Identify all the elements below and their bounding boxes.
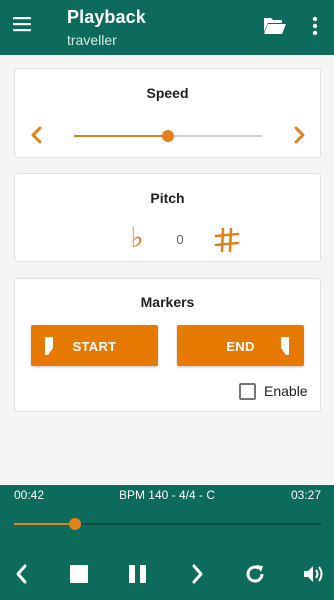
- markers-card: Markers START END Enable: [14, 278, 321, 412]
- sharp-icon[interactable]: [214, 227, 240, 253]
- end-marker-button[interactable]: END: [177, 325, 304, 366]
- start-marker-button[interactable]: START: [31, 325, 158, 366]
- volume-icon[interactable]: [302, 563, 326, 585]
- app-bar: Playback traveller: [0, 0, 334, 55]
- player-bar: 00:42 BPM 140 - 4/4 - C 03:27: [0, 485, 334, 600]
- track-info: BPM 140 - 4/4 - C: [118, 488, 216, 502]
- repeat-icon[interactable]: [244, 563, 266, 585]
- folder-open-icon[interactable]: [263, 16, 287, 36]
- speed-card: Speed: [14, 68, 321, 158]
- next-icon[interactable]: [186, 563, 208, 585]
- stop-icon[interactable]: [68, 563, 90, 585]
- page-subtitle: traveller: [67, 32, 117, 48]
- pitch-card: Pitch ♭ 0: [14, 173, 321, 262]
- seek-bar[interactable]: [14, 518, 321, 530]
- more-vert-icon[interactable]: [309, 14, 321, 38]
- total-time: 03:27: [290, 488, 321, 502]
- page-title: Playback: [67, 7, 146, 27]
- checkbox-icon[interactable]: [239, 383, 256, 400]
- pitch-title: Pitch: [150, 190, 185, 206]
- speed-title: Speed: [146, 85, 189, 101]
- pitch-value: 0: [176, 232, 184, 247]
- start-label: START: [72, 339, 117, 354]
- speed-slider[interactable]: [74, 130, 262, 142]
- seek-bar-thumb[interactable]: [69, 518, 82, 530]
- speed-slider-thumb[interactable]: [162, 130, 174, 142]
- markers-title: Markers: [140, 294, 195, 310]
- chevron-left-icon[interactable]: [27, 125, 47, 145]
- end-label: END: [226, 339, 255, 354]
- enable-label: Enable: [264, 383, 308, 399]
- hamburger-menu-icon[interactable]: [12, 14, 32, 34]
- previous-icon[interactable]: [11, 563, 33, 585]
- seek-bar-fill: [14, 523, 76, 525]
- pause-icon[interactable]: [127, 563, 149, 585]
- flat-button[interactable]: ♭: [126, 223, 148, 253]
- chevron-right-icon[interactable]: [289, 125, 309, 145]
- speed-slider-fill: [74, 135, 168, 137]
